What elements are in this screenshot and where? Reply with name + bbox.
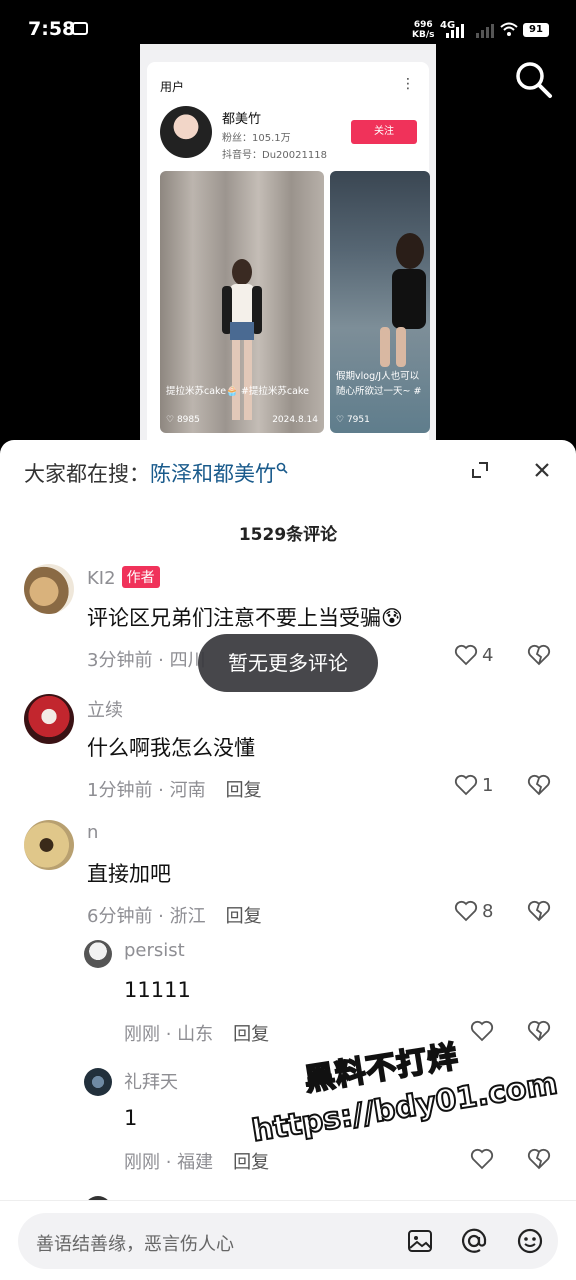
broken-heart-icon[interactable] (527, 774, 551, 796)
video-thumbnail: 假期vlog/J人也可以随心所欲过一天~ # ♡ 7951 (330, 171, 430, 433)
video-date: 2024.8.14 (272, 415, 318, 425)
person-figure (380, 233, 426, 367)
comment-info: 6分钟前 · 浙江 回复 (87, 906, 262, 927)
broken-heart-icon[interactable] (527, 644, 551, 666)
embedded-tabs (140, 44, 436, 50)
video-caption: 假期vlog/J人也可以随心所欲过一天~ # (336, 371, 422, 397)
reply-button[interactable]: 回复 (226, 906, 262, 927)
video-meta: ♡ 7951 (336, 415, 424, 425)
comment-info: 刚刚 · 福建 回复 (124, 1152, 270, 1173)
follow-button: 关注 (351, 120, 417, 144)
avatar[interactable] (84, 940, 112, 968)
expand-icon[interactable] (470, 460, 490, 480)
heart-icon (454, 644, 478, 666)
notification-icon (72, 22, 88, 35)
comment-author[interactable]: KI2 作者 (87, 566, 160, 589)
status-time: 7:58 (28, 18, 76, 40)
user-card: 用户 ⋮ 都美竹 粉丝：105.1万 抖音号：Du20021118 关注 提拉米… (147, 62, 430, 444)
close-icon[interactable] (532, 460, 552, 480)
like-button[interactable]: 1 (454, 774, 493, 796)
user-section-title: 用户 (160, 80, 185, 94)
search-icon[interactable] (512, 58, 554, 100)
heart-icon (454, 774, 478, 796)
broken-heart-icon[interactable] (527, 900, 551, 922)
comment-sheet: 大家都在搜：陈泽和都美竹 1529条评论 KI2 作者 评论区兄弟们注意不要上当受… (0, 440, 576, 1280)
comment-count: 1529条评论 (238, 525, 338, 545)
comment-info: 刚刚 · 山东 回复 (124, 1024, 270, 1045)
comment-text[interactable]: 什么啊我怎么没懂 (87, 732, 255, 762)
video-caption: 提拉米苏cake🧁 #提拉米苏cake (166, 386, 309, 397)
avatar (160, 106, 212, 158)
avatar[interactable] (84, 1068, 112, 1096)
comment-author[interactable]: persist (124, 940, 185, 961)
emoji-icon[interactable] (516, 1227, 544, 1255)
reply-button[interactable]: 回复 (233, 1024, 269, 1045)
user-fans: 粉丝：105.1万 (222, 133, 291, 144)
signal-icon (446, 24, 464, 38)
comment-input[interactable]: 善语结善缘，恶言伤人心 (18, 1213, 558, 1269)
avatar[interactable] (24, 820, 74, 870)
battery-level: 91 (523, 23, 549, 37)
user-name: 都美竹 (222, 112, 262, 127)
person-figure (222, 259, 262, 420)
comment-text[interactable]: 直接加吧 (87, 858, 171, 888)
broken-heart-icon[interactable] (527, 1148, 551, 1170)
comment-text[interactable]: 11111 (124, 978, 191, 1002)
video-likes: ♡ 7951 (336, 415, 370, 425)
heart-icon (454, 900, 478, 922)
trending-prefix: 大家都在搜： (24, 462, 150, 486)
author-badge: 作者 (121, 566, 160, 588)
comment-text[interactable]: 评论区兄弟们注意不要上当受骗😰 (87, 602, 403, 632)
more-icon: ⋮ (401, 76, 415, 92)
avatar[interactable] (24, 564, 74, 614)
video-thumbnail: 提拉米苏cake🧁 #提拉米苏cake ♡ 8985 2024.8.14 (160, 171, 324, 433)
comment-info: 3分钟前 · 四川 (87, 650, 206, 671)
image-icon[interactable] (406, 1227, 434, 1255)
reply-button[interactable]: 回复 (226, 780, 262, 801)
comment-input-bar: 善语结善缘，恶言伤人心 (0, 1200, 576, 1280)
signal-icon-secondary (476, 24, 494, 38)
comment-text[interactable]: 1 (124, 1106, 137, 1130)
watermark: 黑料不打烊 https://bdy01.com (242, 1017, 569, 1194)
comment-author[interactable]: n (87, 822, 98, 843)
comment-input-placeholder: 善语结善缘，恶言伤人心 (36, 1234, 234, 1255)
trending-search[interactable]: 大家都在搜：陈泽和都美竹 (24, 458, 288, 488)
user-id: 抖音号：Du20021118 (222, 150, 327, 161)
embedded-screenshot: 用户 ⋮ 都美竹 粉丝：105.1万 抖音号：Du20021118 关注 提拉米… (140, 44, 436, 444)
toast-message: 暂无更多评论 (198, 634, 378, 692)
like-button[interactable]: 4 (454, 644, 493, 666)
video-meta: ♡ 8985 2024.8.14 (166, 415, 318, 425)
search-small-icon (276, 462, 288, 474)
wifi-icon (500, 22, 518, 36)
network-speed: 696 KB/s (412, 20, 435, 40)
comment-author[interactable]: 礼拜天 (124, 1068, 178, 1094)
comment-info: 1分钟前 · 河南 回复 (87, 780, 262, 801)
like-button[interactable]: 8 (454, 900, 493, 922)
trending-query[interactable]: 陈泽和都美竹 (150, 462, 276, 486)
status-bar: 7:58 696 KB/s 4G 91 (0, 0, 576, 46)
video-likes: ♡ 8985 (166, 415, 200, 425)
at-icon[interactable] (460, 1227, 488, 1255)
avatar[interactable] (24, 694, 74, 744)
comment-author[interactable]: 立续 (87, 696, 123, 722)
